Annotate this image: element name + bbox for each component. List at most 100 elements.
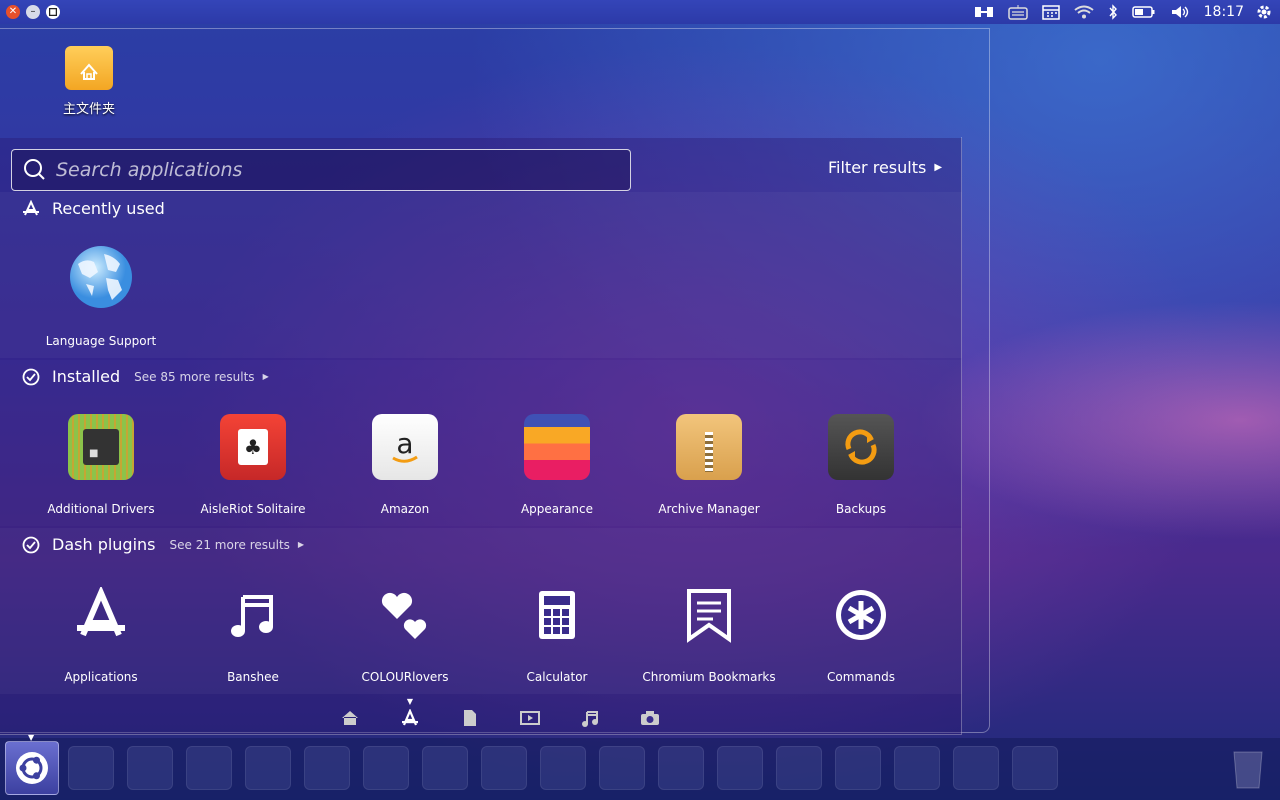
calculator-icon bbox=[524, 582, 590, 648]
video-lens-icon[interactable] bbox=[500, 710, 560, 726]
plugin-commands[interactable]: Commands bbox=[791, 582, 931, 684]
app-label: Backups bbox=[835, 502, 887, 516]
recent-title: Recently used bbox=[52, 199, 165, 218]
launcher-device-icon[interactable] bbox=[894, 746, 940, 790]
plugin-colourlovers[interactable]: COLOURlovers bbox=[335, 582, 475, 684]
app-label: Applications bbox=[64, 670, 138, 684]
home-folder-label: 主文件夹 bbox=[62, 102, 115, 117]
volume-icon[interactable] bbox=[1170, 4, 1190, 20]
music-note-icon bbox=[220, 582, 286, 648]
bookmark-icon bbox=[676, 582, 742, 648]
keyboard-icon[interactable] bbox=[1007, 4, 1028, 20]
amazon-icon: a bbox=[372, 414, 438, 480]
app-backups[interactable]: Backups bbox=[791, 414, 931, 516]
app-amazon[interactable]: a Amazon bbox=[335, 414, 475, 516]
close-icon: ✕ bbox=[8, 6, 18, 17]
clock[interactable]: 18:17 bbox=[1204, 4, 1244, 20]
launcher-software-center-icon[interactable] bbox=[481, 746, 527, 790]
launcher-writer-icon[interactable] bbox=[304, 746, 350, 790]
search-input[interactable] bbox=[56, 159, 616, 181]
wifi-icon[interactable] bbox=[1074, 5, 1094, 19]
maximize-icon bbox=[49, 8, 57, 16]
gear-icon[interactable] bbox=[1256, 4, 1272, 20]
launcher-device-icon[interactable] bbox=[717, 746, 763, 790]
filter-results-label: Filter results bbox=[828, 158, 927, 177]
launcher-updater-icon[interactable] bbox=[540, 746, 586, 790]
music-lens-icon[interactable] bbox=[560, 709, 620, 727]
search-box[interactable] bbox=[11, 149, 631, 191]
launcher-usb-icon[interactable] bbox=[1012, 746, 1058, 790]
app-label: Archive Manager bbox=[658, 502, 760, 516]
filter-results-button[interactable]: Filter results ▶ bbox=[828, 158, 942, 177]
bluetooth-icon[interactable] bbox=[1108, 4, 1118, 20]
plugin-applications[interactable]: Applications bbox=[31, 582, 171, 684]
ubuntu-logo-icon bbox=[16, 752, 48, 784]
minimize-button[interactable]: – bbox=[26, 5, 40, 19]
check-circle-icon bbox=[22, 536, 40, 553]
installed-title: Installed bbox=[52, 367, 121, 386]
app-label: Amazon bbox=[380, 502, 430, 516]
trash-icon[interactable] bbox=[1228, 746, 1268, 790]
plugin-chromium-bookmarks[interactable]: Chromium Bookmarks bbox=[639, 582, 779, 684]
backup-icon bbox=[828, 414, 894, 480]
hearts-icon bbox=[372, 582, 438, 648]
launcher-impress-icon[interactable] bbox=[422, 746, 468, 790]
launcher-device-icon[interactable] bbox=[835, 746, 881, 790]
app-aisleriot-solitaire[interactable]: ♣ AisleRiot Solitaire bbox=[183, 414, 323, 516]
app-archive-manager[interactable]: Archive Manager bbox=[639, 414, 779, 516]
minimize-icon: – bbox=[30, 6, 36, 17]
plugins-more-label: See 21 more results bbox=[169, 537, 290, 552]
photo-lens-icon[interactable] bbox=[620, 710, 680, 726]
launcher-calc-icon[interactable] bbox=[363, 746, 409, 790]
launcher-files-icon[interactable] bbox=[127, 746, 173, 790]
search-icon bbox=[24, 159, 45, 180]
archive-icon bbox=[676, 414, 742, 480]
launcher-device-icon[interactable] bbox=[776, 746, 822, 790]
applications-icon bbox=[68, 582, 134, 648]
home-folder-desktop-icon[interactable]: 主文件夹 bbox=[46, 46, 132, 117]
cards-icon: ♣ bbox=[220, 414, 286, 480]
battery-icon[interactable] bbox=[1131, 5, 1156, 19]
installed-header: Installed See 85 more results ▶ bbox=[22, 367, 269, 386]
home-lens-icon[interactable] bbox=[320, 710, 380, 726]
dash-home-button[interactable] bbox=[5, 741, 59, 795]
chevron-right-icon: ▶ bbox=[297, 540, 305, 549]
launcher-app-icon[interactable] bbox=[186, 746, 232, 790]
applications-lens-icon[interactable]: ▼ bbox=[380, 697, 440, 727]
active-lens-indicator: ▼ bbox=[406, 697, 414, 706]
switch-icon[interactable] bbox=[974, 5, 994, 19]
app-label: Commands bbox=[827, 670, 895, 684]
app-label: Banshee bbox=[227, 670, 279, 684]
maximize-button[interactable] bbox=[46, 5, 60, 19]
app-label: Language Support bbox=[45, 334, 157, 348]
app-additional-drivers[interactable]: ■ Additional Drivers bbox=[31, 414, 171, 516]
applications-icon bbox=[23, 199, 39, 215]
plugins-more-link[interactable]: See 21 more results ▶ bbox=[170, 538, 305, 552]
app-label: COLOURlovers bbox=[361, 670, 449, 684]
appearance-icon bbox=[524, 414, 590, 480]
plugin-calculator[interactable]: Calculator bbox=[487, 582, 627, 684]
plugin-banshee[interactable]: Banshee bbox=[183, 582, 323, 684]
launcher-disk-icon[interactable] bbox=[68, 746, 114, 790]
plugins-header: Dash plugins See 21 more results ▶ bbox=[22, 535, 304, 554]
app-label: AisleRiot Solitaire bbox=[200, 502, 306, 516]
globe-icon bbox=[68, 244, 134, 310]
files-lens-icon[interactable] bbox=[440, 709, 500, 727]
app-language-support[interactable]: Language Support bbox=[31, 244, 171, 348]
app-appearance[interactable]: Appearance bbox=[487, 414, 627, 516]
asterisk-icon bbox=[828, 582, 894, 648]
launcher-device-icon[interactable] bbox=[953, 746, 999, 790]
top-panel: ✕ – 18:17 bbox=[0, 0, 1280, 24]
installed-more-link[interactable]: See 85 more results ▶ bbox=[134, 370, 269, 384]
installed-more-label: See 85 more results bbox=[134, 369, 255, 384]
calendar-icon[interactable] bbox=[1041, 4, 1060, 20]
launcher-browser-icon[interactable] bbox=[245, 746, 291, 790]
indicator-area: 18:17 bbox=[974, 0, 1280, 24]
close-button[interactable]: ✕ bbox=[6, 5, 20, 19]
chevron-right-icon: ▶ bbox=[934, 162, 943, 173]
app-label: Appearance bbox=[520, 502, 594, 516]
launcher-workspace-icon[interactable] bbox=[658, 746, 704, 790]
plugins-title: Dash plugins bbox=[52, 535, 156, 554]
launcher-terminal-icon[interactable] bbox=[599, 746, 645, 790]
check-circle-icon bbox=[22, 368, 40, 385]
